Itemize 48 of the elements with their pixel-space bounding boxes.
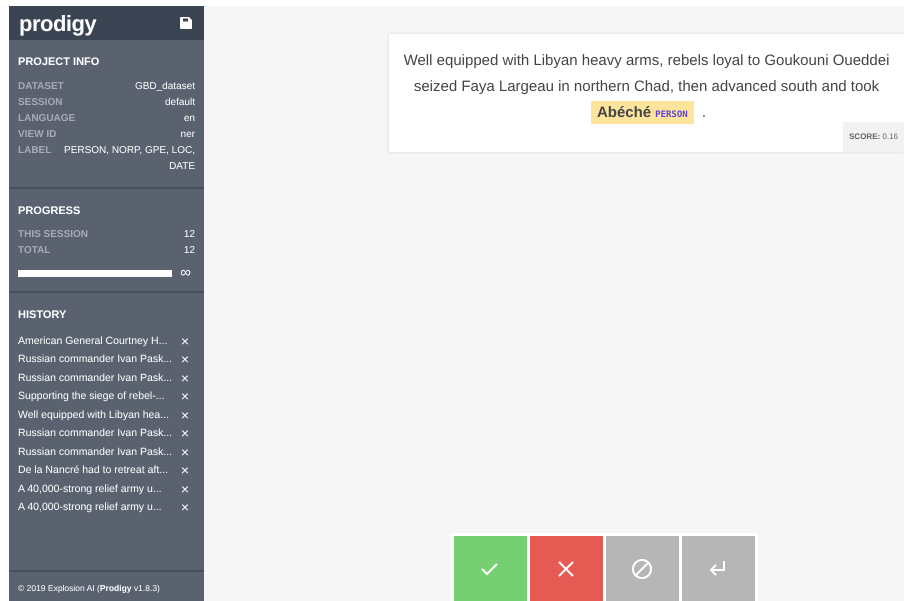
- footer-text: © 2019 Explosion AI (Prodigy v1.8.3): [18, 583, 160, 594]
- info-label: LABEL: [18, 144, 52, 158]
- section-title: PROGRESS: [18, 204, 82, 218]
- history-item[interactable]: De la Nancré had to retreat aft...: [18, 461, 168, 480]
- section-title: PROJECT INFO: [18, 55, 100, 70]
- remove-icon[interactable]: ×: [180, 368, 195, 387]
- ignore-button[interactable]: [606, 536, 678, 601]
- save-icon[interactable]: [180, 17, 192, 29]
- history-item[interactable]: Well equipped with Libyan hea...: [18, 406, 169, 424]
- info-value: PERSON, NORP, GPE, LOC, DATE: [63, 144, 195, 174]
- undo-button[interactable]: [682, 536, 754, 601]
- remove-icon[interactable]: ×: [180, 461, 195, 480]
- history-item[interactable]: A 40,000-strong relief army u...: [18, 480, 162, 498]
- history-item[interactable]: Russian commander Ivan Pask...: [18, 424, 172, 442]
- remove-icon[interactable]: ×: [180, 406, 195, 424]
- info-label: SESSION: [18, 96, 62, 110]
- history-item[interactable]: Supporting the siege of rebel-...: [18, 387, 165, 406]
- no-entry-icon: [631, 558, 653, 580]
- info-label: DATASET: [18, 80, 64, 94]
- info-value: GBD_dataset: [134, 80, 195, 94]
- info-label: LANGUAGE: [18, 112, 76, 126]
- remove-icon[interactable]: ×: [180, 350, 195, 368]
- remove-icon[interactable]: ×: [180, 332, 195, 350]
- score-badge: SCORE: 0.16: [843, 122, 904, 152]
- entity-label: PERSON: [655, 110, 688, 120]
- entity-highlight: Abéché PERSON: [590, 101, 694, 124]
- info-value: en: [184, 112, 195, 126]
- total-symbol: ∞: [180, 267, 192, 279]
- reject-button[interactable]: [530, 536, 602, 601]
- info-label: TOTAL: [18, 244, 50, 258]
- logo: prodigy: [19, 10, 96, 38]
- info-value: ner: [180, 128, 195, 142]
- section-title: HISTORY: [18, 308, 68, 323]
- info-label: VIEW ID: [18, 128, 56, 142]
- remove-icon[interactable]: ×: [180, 442, 195, 461]
- info-value: 12: [184, 244, 195, 258]
- history-item[interactable]: Russian commander Ivan Pask...: [18, 442, 172, 461]
- remove-icon[interactable]: ×: [180, 498, 195, 516]
- history-item[interactable]: American General Courtney H...: [18, 332, 168, 350]
- info-value: 12: [184, 228, 195, 242]
- info-label: THIS SESSION: [18, 228, 88, 242]
- remove-icon[interactable]: ×: [180, 480, 195, 498]
- remove-icon[interactable]: ×: [180, 424, 195, 442]
- history-item[interactable]: Russian commander Ivan Pask...: [18, 350, 172, 368]
- info-value: default: [164, 96, 195, 110]
- remove-icon[interactable]: ×: [180, 387, 195, 406]
- history-item[interactable]: Russian commander Ivan Pask...: [18, 368, 172, 387]
- history-item[interactable]: A 40,000-strong relief army u...: [18, 498, 162, 516]
